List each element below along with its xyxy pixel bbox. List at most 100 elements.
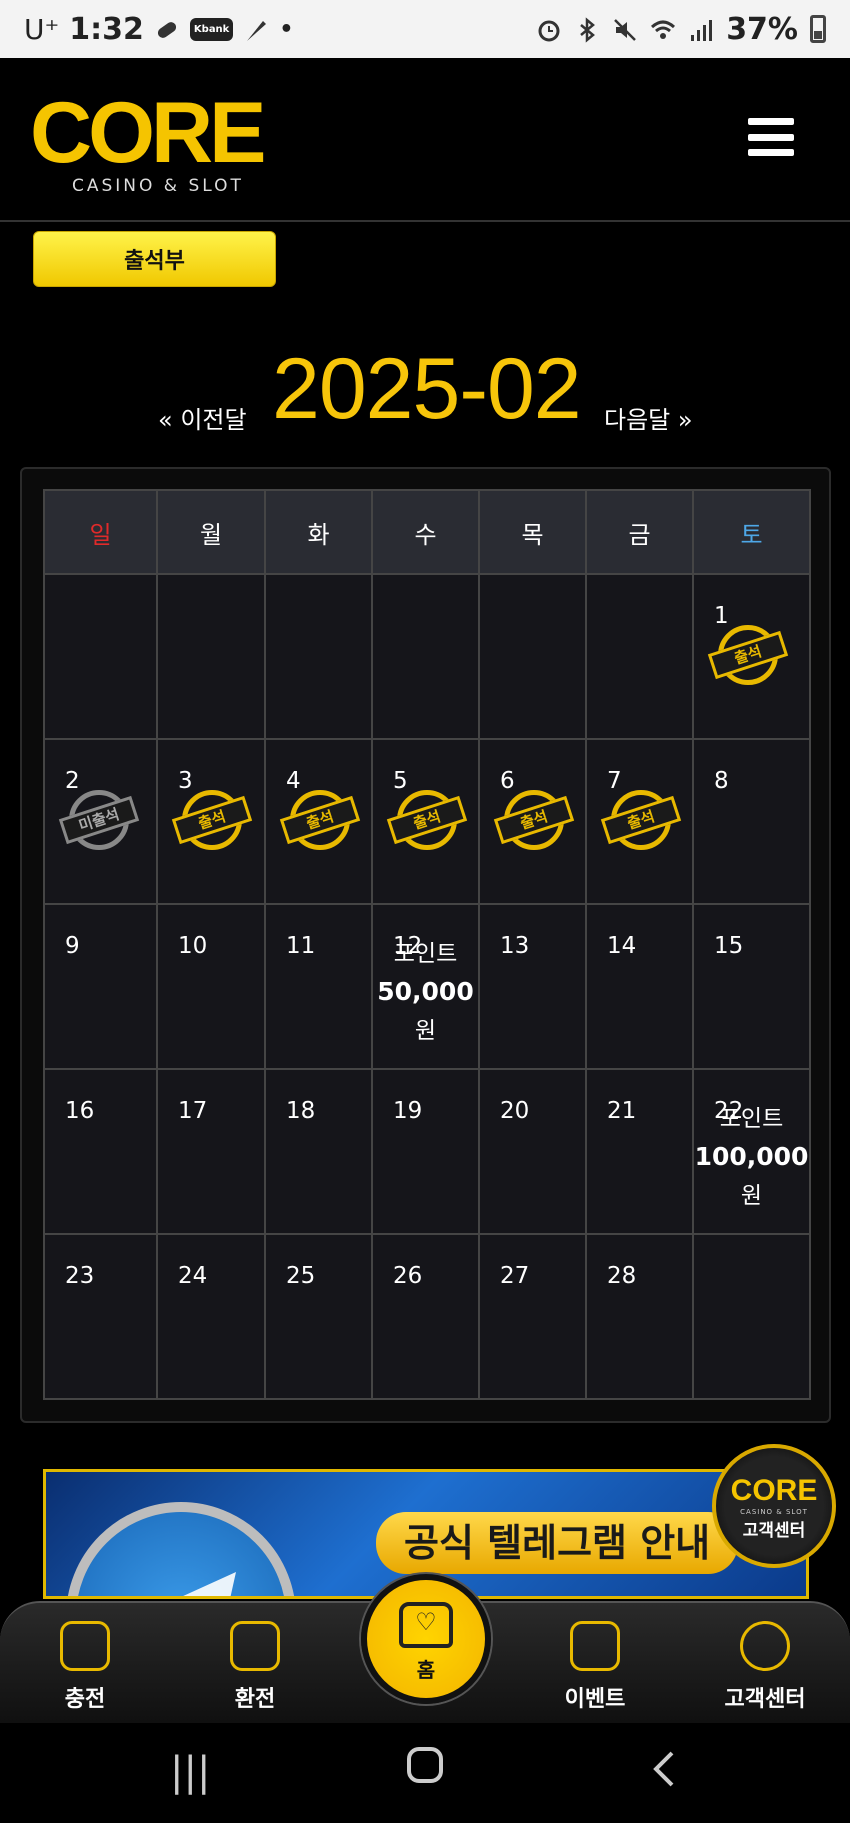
mute-icon: [612, 16, 638, 42]
signal-icon: [688, 16, 714, 42]
day-number: 25: [286, 1263, 316, 1289]
month-navigation: « 이전달 2025-02 다음달 »: [0, 340, 850, 440]
site-header: CORE CASINO & SLOT: [0, 58, 850, 222]
attended-stamp-icon: 출석: [386, 790, 468, 852]
day-number: 15: [714, 933, 744, 959]
nav-customer-center[interactable]: 고객센터: [705, 1621, 825, 1713]
calendar-day-cell: 25: [264, 1233, 373, 1400]
core-logo[interactable]: CORE CASINO & SLOT: [30, 88, 280, 198]
day-number: 27: [500, 1263, 530, 1289]
attended-stamp-icon: 출석: [171, 790, 253, 852]
weekday-monday: 월: [156, 489, 266, 575]
pill-icon: [154, 16, 180, 42]
calendar-day-cell: 17: [156, 1068, 266, 1235]
calendar-day-cell: 11: [264, 903, 373, 1070]
wifi-icon: [650, 16, 676, 42]
day-number: 23: [65, 1263, 95, 1289]
headset-icon: [740, 1621, 790, 1671]
banner-label: 공식 텔레그램 안내: [376, 1512, 739, 1574]
withdraw-icon: [230, 1621, 280, 1671]
calendar-week-row: 9 10 11 12 포인트 50,000 원 13 14 15: [43, 903, 811, 1070]
calendar-day-cell: [585, 573, 694, 740]
gift-icon: [570, 1621, 620, 1671]
calendar-day-cell: 28: [585, 1233, 694, 1400]
calendar-day-cell: 14: [585, 903, 694, 1070]
attended-stamp-icon: 출석: [707, 625, 789, 687]
point-amount: 100,000: [694, 1142, 809, 1171]
hamburger-menu-icon[interactable]: [748, 118, 794, 156]
nav-home-label: 홈: [416, 1658, 436, 1682]
calendar-day-cell: 1 출석: [692, 573, 811, 740]
point-unit: 원: [740, 1183, 763, 1209]
weekday-friday: 금: [585, 489, 694, 575]
day-number: 14: [607, 933, 637, 959]
cs-logo-sub: CASINO & SLOT: [740, 1508, 808, 1516]
day-number: 13: [500, 933, 530, 959]
calendar-day-cell: 22 포인트 100,000 원: [692, 1068, 811, 1235]
calendar-day-cell: 18: [264, 1068, 373, 1235]
recent-apps-icon[interactable]: |||: [170, 1749, 210, 1795]
calendar-day-cell: [692, 1233, 811, 1400]
calendar-day-cell: 24: [156, 1233, 266, 1400]
dot-icon: •: [279, 16, 294, 42]
back-icon[interactable]: [650, 1749, 680, 1799]
bluetooth-icon: [574, 16, 600, 43]
alarm-icon: [536, 16, 562, 42]
day-number: 24: [178, 1263, 208, 1289]
system-navigation-bar: |||: [0, 1723, 850, 1823]
home-icon: [399, 1602, 453, 1648]
customer-center-floating-button[interactable]: CORE CASINO & SLOT 고객센터: [712, 1444, 836, 1568]
point-reward: 포인트 100,000 원: [694, 1100, 809, 1215]
calendar-day-cell: [478, 573, 587, 740]
screen: { "status_bar": { "carrier": "U\u207a", …: [0, 0, 850, 1823]
day-number: 28: [607, 1263, 637, 1289]
day-number: 26: [393, 1263, 423, 1289]
attendance-calendar: 일 월 화 수 목 금 토 1 출석 2 미출석 3 출석 4 출석 5 출석 …: [43, 489, 811, 1400]
battery-percent: 37%: [726, 11, 798, 47]
calendar-day-cell: 27: [478, 1233, 587, 1400]
calendar-day-cell: 3 출석: [156, 738, 266, 905]
day-number: 16: [65, 1098, 95, 1124]
point-label: 포인트: [393, 941, 458, 967]
day-number: 21: [607, 1098, 637, 1124]
nav-withdraw[interactable]: 환전: [195, 1621, 315, 1713]
home-system-icon[interactable]: [405, 1745, 445, 1795]
calendar-week-row: 23 24 25 26 27 28: [43, 1233, 811, 1400]
attended-stamp-icon: 출석: [600, 790, 682, 852]
clock: 1:32: [69, 11, 144, 47]
calendar-day-cell: 9: [43, 903, 158, 1070]
day-number: 18: [286, 1098, 316, 1124]
calendar-day-cell: 15: [692, 903, 811, 1070]
calendar-week-row: 2 미출석 3 출석 4 출석 5 출석 6 출석 7 출석 8: [43, 738, 811, 905]
logo-wordmark: CORE: [30, 85, 266, 181]
missed-stamp-icon: 미출석: [58, 790, 140, 852]
calendar-day-cell: 13: [478, 903, 587, 1070]
point-unit: 원: [414, 1018, 437, 1044]
weekday-sunday: 일: [43, 489, 158, 575]
calendar-day-cell: 7 출석: [585, 738, 694, 905]
nav-deposit[interactable]: 충전: [25, 1621, 145, 1713]
calendar-day-cell: [371, 573, 480, 740]
day-number: 11: [286, 933, 316, 959]
point-reward: 포인트 50,000 원: [373, 935, 478, 1050]
nav-event[interactable]: 이벤트: [535, 1621, 655, 1713]
calendar-day-cell: [43, 573, 158, 740]
status-bar: U⁺ 1:32 Kbank • 37%: [0, 0, 850, 58]
deposit-icon: [60, 1621, 110, 1671]
telegram-icon: [66, 1502, 296, 1596]
battery-icon: [810, 15, 826, 43]
attended-stamp-icon: 출석: [493, 790, 575, 852]
calendar-day-cell: [264, 573, 373, 740]
calendar-day-cell: 8: [692, 738, 811, 905]
point-label: 포인트: [719, 1106, 784, 1132]
prev-month-link[interactable]: « 이전달: [158, 400, 247, 435]
calendar-day-cell: 19: [371, 1068, 480, 1235]
nav-home-button[interactable]: 홈: [361, 1574, 491, 1704]
kbank-app-icon: Kbank: [189, 17, 234, 41]
calendar-day-cell: 23: [43, 1233, 158, 1400]
day-number: 17: [178, 1098, 208, 1124]
next-month-link[interactable]: 다음달 »: [604, 400, 693, 435]
attendance-book-button[interactable]: 출석부: [33, 231, 276, 287]
attended-stamp-icon: 출석: [279, 790, 361, 852]
cs-label: 고객센터: [742, 1521, 806, 1541]
